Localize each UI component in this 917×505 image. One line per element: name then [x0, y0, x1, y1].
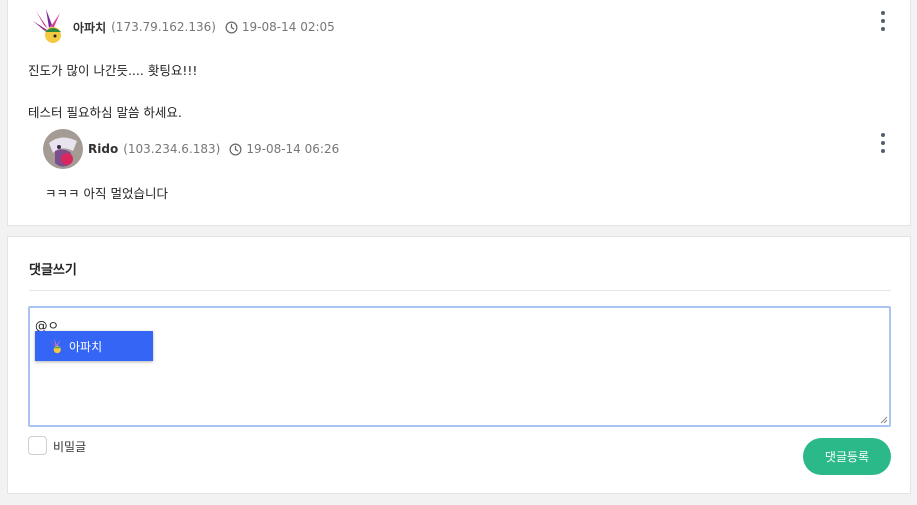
comment-text: ㅋㅋㅋ 아직 멀었습니다	[45, 186, 168, 201]
resize-handle-icon[interactable]	[879, 415, 888, 424]
comment-header: 아파치 (173.79.162.136) 19-08-14 02:05	[28, 7, 335, 47]
comment-date: 19-08-14 06:26	[246, 142, 340, 156]
comment-author[interactable]: Rido	[88, 142, 118, 156]
comment-text: 진도가 많이 나간듯.... 홧팅요!!!	[28, 63, 198, 78]
more-vertical-icon[interactable]	[876, 11, 890, 31]
avatar	[49, 337, 61, 354]
mention-suggestion[interactable]: 아파치	[35, 331, 153, 361]
comment-list: 아파치 (173.79.162.136) 19-08-14 02:05 진도가 …	[7, 0, 911, 226]
mention-label: 아파치	[69, 339, 103, 354]
secret-label: 비밀글	[53, 440, 87, 454]
clock-icon	[225, 21, 238, 33]
more-vertical-icon[interactable]	[876, 133, 890, 153]
comment-date: 19-08-14 02:05	[241, 20, 335, 34]
comment-textarea[interactable]: @ㅇ 아파치	[28, 306, 891, 427]
comment-header: Rido (103.234.6.183) 19-08-14 06:26	[43, 129, 339, 169]
submit-comment-button[interactable]: 댓글등록	[803, 438, 891, 475]
avatar[interactable]	[43, 129, 83, 169]
avatar[interactable]	[28, 7, 68, 47]
form-title: 댓글쓰기	[29, 263, 77, 278]
divider	[29, 290, 891, 291]
comment-form: 댓글쓰기 @ㅇ 아파치 비밀글 댓글등록	[7, 236, 911, 494]
comment-text: 테스터 필요하심 말씀 하세요.	[28, 105, 182, 120]
secret-checkbox[interactable]	[28, 436, 47, 455]
clock-icon	[229, 143, 242, 155]
comment-author[interactable]: 아파치	[73, 19, 106, 36]
comment-ip: (173.79.162.136)	[111, 20, 216, 34]
comment-ip: (103.234.6.183)	[123, 142, 221, 156]
